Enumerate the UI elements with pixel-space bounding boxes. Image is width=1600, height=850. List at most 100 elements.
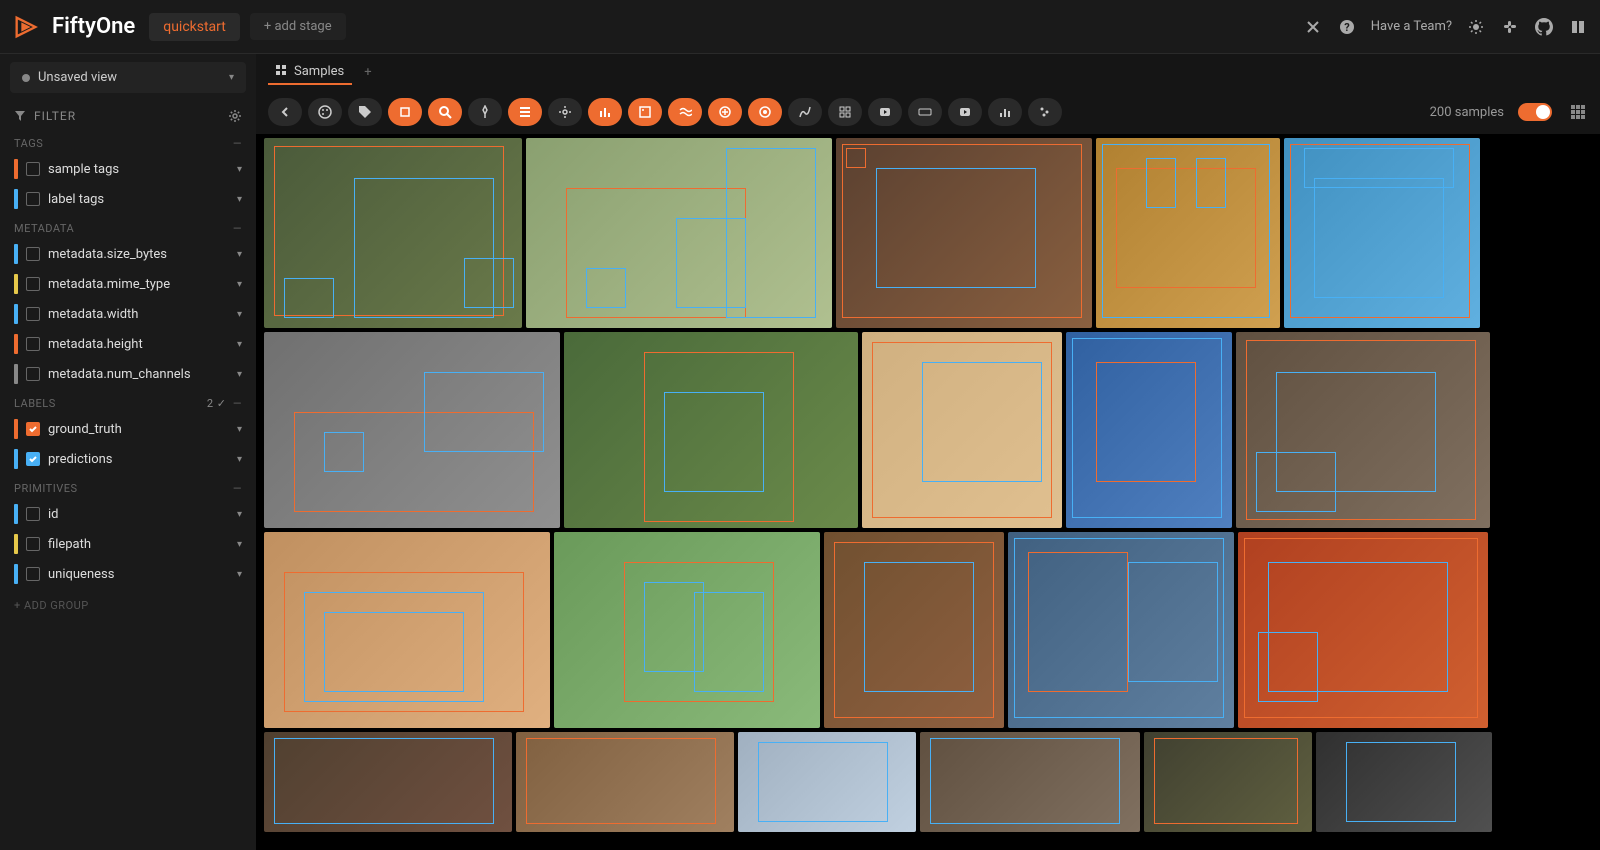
search-icon[interactable]	[428, 98, 462, 126]
checkbox[interactable]	[26, 162, 40, 176]
add-tab-button[interactable]: +	[364, 65, 371, 80]
back-button[interactable]	[268, 98, 302, 126]
video-icon[interactable]	[868, 98, 902, 126]
gear-icon[interactable]	[228, 109, 242, 123]
team-link[interactable]: Have a Team?	[1371, 19, 1452, 34]
add-group-button[interactable]: + ADD GROUP	[10, 589, 246, 622]
chevron-down-icon: ▾	[237, 539, 242, 550]
checkbox[interactable]	[26, 567, 40, 581]
theme-icon[interactable]	[1466, 17, 1486, 37]
tab-samples[interactable]: Samples	[268, 60, 352, 85]
field-label tags[interactable]: label tags ▾	[10, 184, 246, 214]
field-label: metadata.num_channels	[48, 367, 229, 382]
pin-icon[interactable]	[468, 98, 502, 126]
field-label: id	[48, 507, 229, 522]
sample-thumbnail[interactable]	[1096, 138, 1280, 328]
sample-thumbnail[interactable]	[264, 732, 512, 832]
sample-thumbnail[interactable]	[1008, 532, 1234, 728]
sample-thumbnail[interactable]	[264, 332, 560, 528]
keyboard-icon[interactable]	[908, 98, 942, 126]
view-selector[interactable]: Unsaved view ▾	[10, 62, 246, 93]
sample-grid[interactable]	[256, 134, 1600, 850]
field-ground-truth[interactable]: ground_truth ▾	[10, 414, 246, 444]
histogram-icon[interactable]	[588, 98, 622, 126]
checkbox[interactable]	[26, 337, 40, 351]
close-icon[interactable]	[1303, 17, 1323, 37]
field-sample tags[interactable]: sample tags ▾	[10, 154, 246, 184]
chart-icon[interactable]	[988, 98, 1022, 126]
image-icon[interactable]	[628, 98, 662, 126]
palette-icon[interactable]	[308, 98, 342, 126]
settings-icon[interactable]	[548, 98, 582, 126]
chevron-down-icon: ▾	[237, 309, 242, 320]
app-logo[interactable]: FiftyOne	[12, 13, 135, 41]
sample-thumbnail[interactable]	[1144, 732, 1312, 832]
docs-icon[interactable]	[1568, 17, 1588, 37]
help-icon[interactable]: ?	[1337, 17, 1357, 37]
sample-thumbnail[interactable]	[264, 138, 522, 328]
checkbox[interactable]	[26, 277, 40, 291]
sample-thumbnail[interactable]	[1238, 532, 1488, 728]
sample-thumbnail[interactable]	[516, 732, 734, 832]
checkbox[interactable]	[26, 367, 40, 381]
section-labels[interactable]: LABELS2 ✓ —	[10, 389, 246, 414]
sample-thumbnail[interactable]	[526, 138, 832, 328]
color-indicator	[14, 304, 18, 324]
openai2-icon[interactable]	[748, 98, 782, 126]
checkbox[interactable]	[26, 247, 40, 261]
field-uniqueness[interactable]: uniqueness ▾	[10, 559, 246, 589]
field-metadata-width[interactable]: metadata.width ▾	[10, 299, 246, 329]
section-tags[interactable]: TAGS—	[10, 129, 246, 154]
grid4-icon[interactable]	[828, 98, 862, 126]
add-stage-button[interactable]: + add stage	[250, 13, 346, 40]
sample-thumbnail[interactable]	[836, 138, 1092, 328]
sample-thumbnail[interactable]	[824, 532, 1004, 728]
sample-thumbnail[interactable]	[1316, 732, 1492, 832]
field-id[interactable]: id ▾	[10, 499, 246, 529]
sample-thumbnail[interactable]	[1236, 332, 1490, 528]
sample-thumbnail[interactable]	[862, 332, 1062, 528]
sample-thumbnail[interactable]	[1284, 138, 1480, 328]
checkbox[interactable]	[26, 192, 40, 206]
field-metadata-num-channels[interactable]: metadata.num_channels ▾	[10, 359, 246, 389]
crop-icon[interactable]	[388, 98, 422, 126]
color-indicator	[14, 504, 18, 524]
section-primitives[interactable]: PRIMITIVES—	[10, 474, 246, 499]
chevron-down-icon: ▾	[237, 339, 242, 350]
checkbox[interactable]	[26, 422, 40, 436]
checkbox[interactable]	[26, 507, 40, 521]
checkbox[interactable]	[26, 307, 40, 321]
path-icon[interactable]	[788, 98, 822, 126]
similarity-icon[interactable]	[668, 98, 702, 126]
field-metadata-size-bytes[interactable]: metadata.size_bytes ▾	[10, 239, 246, 269]
github-icon[interactable]	[1534, 17, 1554, 37]
slack-icon[interactable]	[1500, 17, 1520, 37]
sample-thumbnail[interactable]	[1066, 332, 1232, 528]
field-metadata-mime-type[interactable]: metadata.mime_type ▾	[10, 269, 246, 299]
sample-thumbnail[interactable]	[738, 732, 916, 832]
chevron-down-icon: ▾	[237, 164, 242, 175]
checkbox[interactable]	[26, 537, 40, 551]
tag-icon[interactable]	[348, 98, 382, 126]
field-predictions[interactable]: predictions ▾	[10, 444, 246, 474]
field-filepath[interactable]: filepath ▾	[10, 529, 246, 559]
detection-box	[1146, 158, 1176, 208]
grid-view-icon[interactable]	[1568, 102, 1588, 122]
sample-thumbnail[interactable]	[920, 732, 1140, 832]
field-label: label tags	[48, 192, 229, 207]
openai-icon[interactable]	[708, 98, 742, 126]
view-toggle[interactable]	[1518, 103, 1552, 121]
video2-icon[interactable]	[948, 98, 982, 126]
section-metadata[interactable]: METADATA—	[10, 214, 246, 239]
sample-thumbnail[interactable]	[554, 532, 820, 728]
dataset-selector[interactable]: quickstart	[149, 13, 240, 41]
detection-box	[876, 168, 1036, 288]
sample-thumbnail[interactable]	[264, 532, 550, 728]
checkbox[interactable]	[26, 452, 40, 466]
field-label: sample tags	[48, 162, 229, 177]
detection-box	[922, 362, 1042, 482]
field-metadata-height[interactable]: metadata.height ▾	[10, 329, 246, 359]
sample-thumbnail[interactable]	[564, 332, 858, 528]
list-icon[interactable]	[508, 98, 542, 126]
scatter-icon[interactable]	[1028, 98, 1062, 126]
